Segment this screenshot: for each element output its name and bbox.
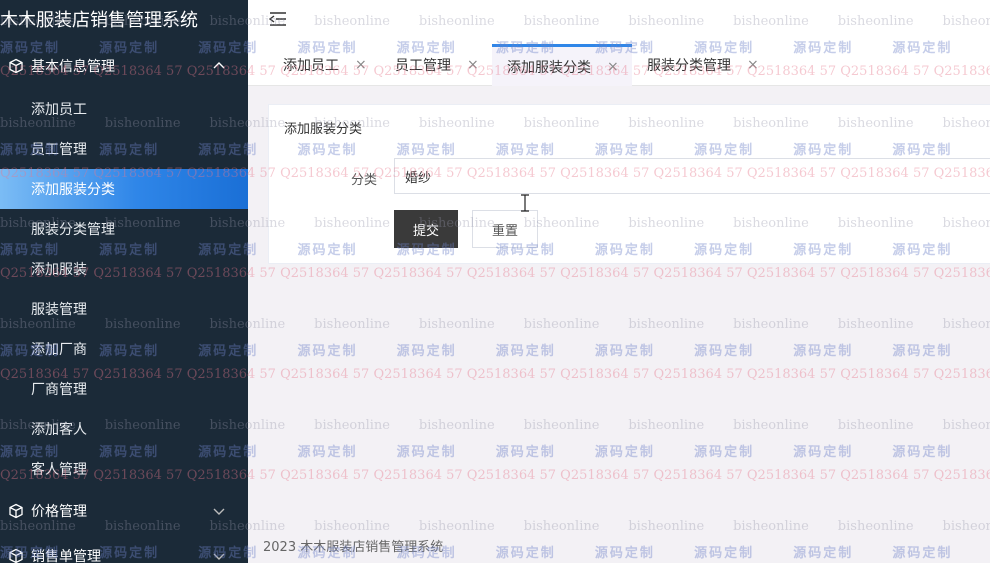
close-icon[interactable]: ×: [747, 57, 759, 73]
sidebar-item-label: 厂商管理: [31, 382, 87, 398]
menu-fold-icon[interactable]: [269, 11, 287, 27]
sidebar-item-add-clothing-category[interactable]: 添加服装分类: [0, 169, 248, 209]
sidebar-item-customer-manage[interactable]: 客人管理: [0, 449, 248, 489]
close-icon[interactable]: ×: [607, 59, 619, 75]
tab-label: 添加服装分类: [507, 59, 591, 76]
close-icon[interactable]: ×: [467, 57, 479, 73]
sidebar-item-add-customer[interactable]: 添加客人: [0, 409, 248, 449]
cube-icon: [9, 58, 23, 74]
chevron-down-icon: [213, 553, 225, 560]
sidebar-item-employee-manage[interactable]: 员工管理: [0, 129, 248, 169]
text-cursor-icon: [521, 194, 529, 212]
submit-button[interactable]: 提交: [394, 210, 458, 248]
chevron-down-icon: [213, 508, 225, 515]
tab-label: 服装分类管理: [647, 58, 731, 74]
category-field-label: 分类: [351, 173, 378, 188]
form-card: 添加服装分类 分类 提交 重置: [268, 104, 990, 264]
tab-add-employee[interactable]: 添加员工 ×: [283, 44, 367, 86]
sidebar-item-label: 添加厂商: [31, 342, 87, 358]
sidebar-group-label: 价格管理: [31, 504, 87, 520]
sidebar-item-label: 客人管理: [31, 462, 87, 478]
tab-label: 添加员工: [283, 58, 339, 74]
sidebar-group-basic-info[interactable]: 基本信息管理: [0, 46, 248, 86]
sidebar-item-clothing-manage[interactable]: 服装管理: [0, 289, 248, 329]
chevron-up-icon: [213, 62, 225, 69]
sidebar-item-label: 添加服装: [31, 262, 87, 278]
sidebar-group-sales-order[interactable]: 销售单管理: [0, 536, 248, 563]
sidebar-item-vendor-manage[interactable]: 厂商管理: [0, 369, 248, 409]
form-title: 添加服装分类: [284, 122, 363, 137]
reset-button[interactable]: 重置: [472, 210, 538, 248]
sidebar-item-label: 员工管理: [31, 142, 87, 158]
sidebar-group-label: 销售单管理: [31, 549, 101, 563]
tab-bar: 添加员工 × 员工管理 × 添加服装分类 × 服装分类管理 ×: [248, 44, 990, 86]
sidebar-item-label: 服装分类管理: [31, 222, 115, 238]
close-icon[interactable]: ×: [355, 57, 367, 73]
tab-employee-manage[interactable]: 员工管理 ×: [395, 44, 479, 86]
cube-icon: [9, 548, 23, 563]
sidebar-item-clothing-category-manage[interactable]: 服装分类管理: [0, 209, 248, 249]
sidebar-item-label: 服装管理: [31, 302, 87, 318]
category-input[interactable]: [394, 158, 990, 194]
cube-icon: [9, 503, 23, 519]
sidebar: 木木服装店销售管理系统 基本信息管理 添加员工 员工管理 添加服装分类 服装分类…: [0, 0, 248, 563]
top-bar: [248, 0, 990, 44]
sidebar-item-add-clothing[interactable]: 添加服装: [0, 249, 248, 289]
sidebar-item-add-employee[interactable]: 添加员工: [0, 89, 248, 129]
sidebar-item-label: 添加客人: [31, 422, 87, 438]
sidebar-group-label: 基本信息管理: [31, 59, 115, 75]
sidebar-group-price[interactable]: 价格管理: [0, 491, 248, 531]
sidebar-item-label: 添加服装分类: [31, 182, 115, 198]
tab-clothing-category-manage[interactable]: 服装分类管理 ×: [647, 44, 759, 86]
sidebar-item-label: 添加员工: [31, 102, 87, 118]
tab-label: 员工管理: [395, 58, 451, 74]
footer-copyright: 2023 木木服装店销售管理系统: [263, 540, 444, 555]
sidebar-item-add-vendor[interactable]: 添加厂商: [0, 329, 248, 369]
tab-add-clothing-category[interactable]: 添加服装分类 ×: [492, 44, 632, 86]
main-area: 添加员工 × 员工管理 × 添加服装分类 × 服装分类管理 × 添加服装分类 分类 提交…: [248, 0, 990, 563]
app-title: 木木服装店销售管理系统: [0, 10, 198, 31]
